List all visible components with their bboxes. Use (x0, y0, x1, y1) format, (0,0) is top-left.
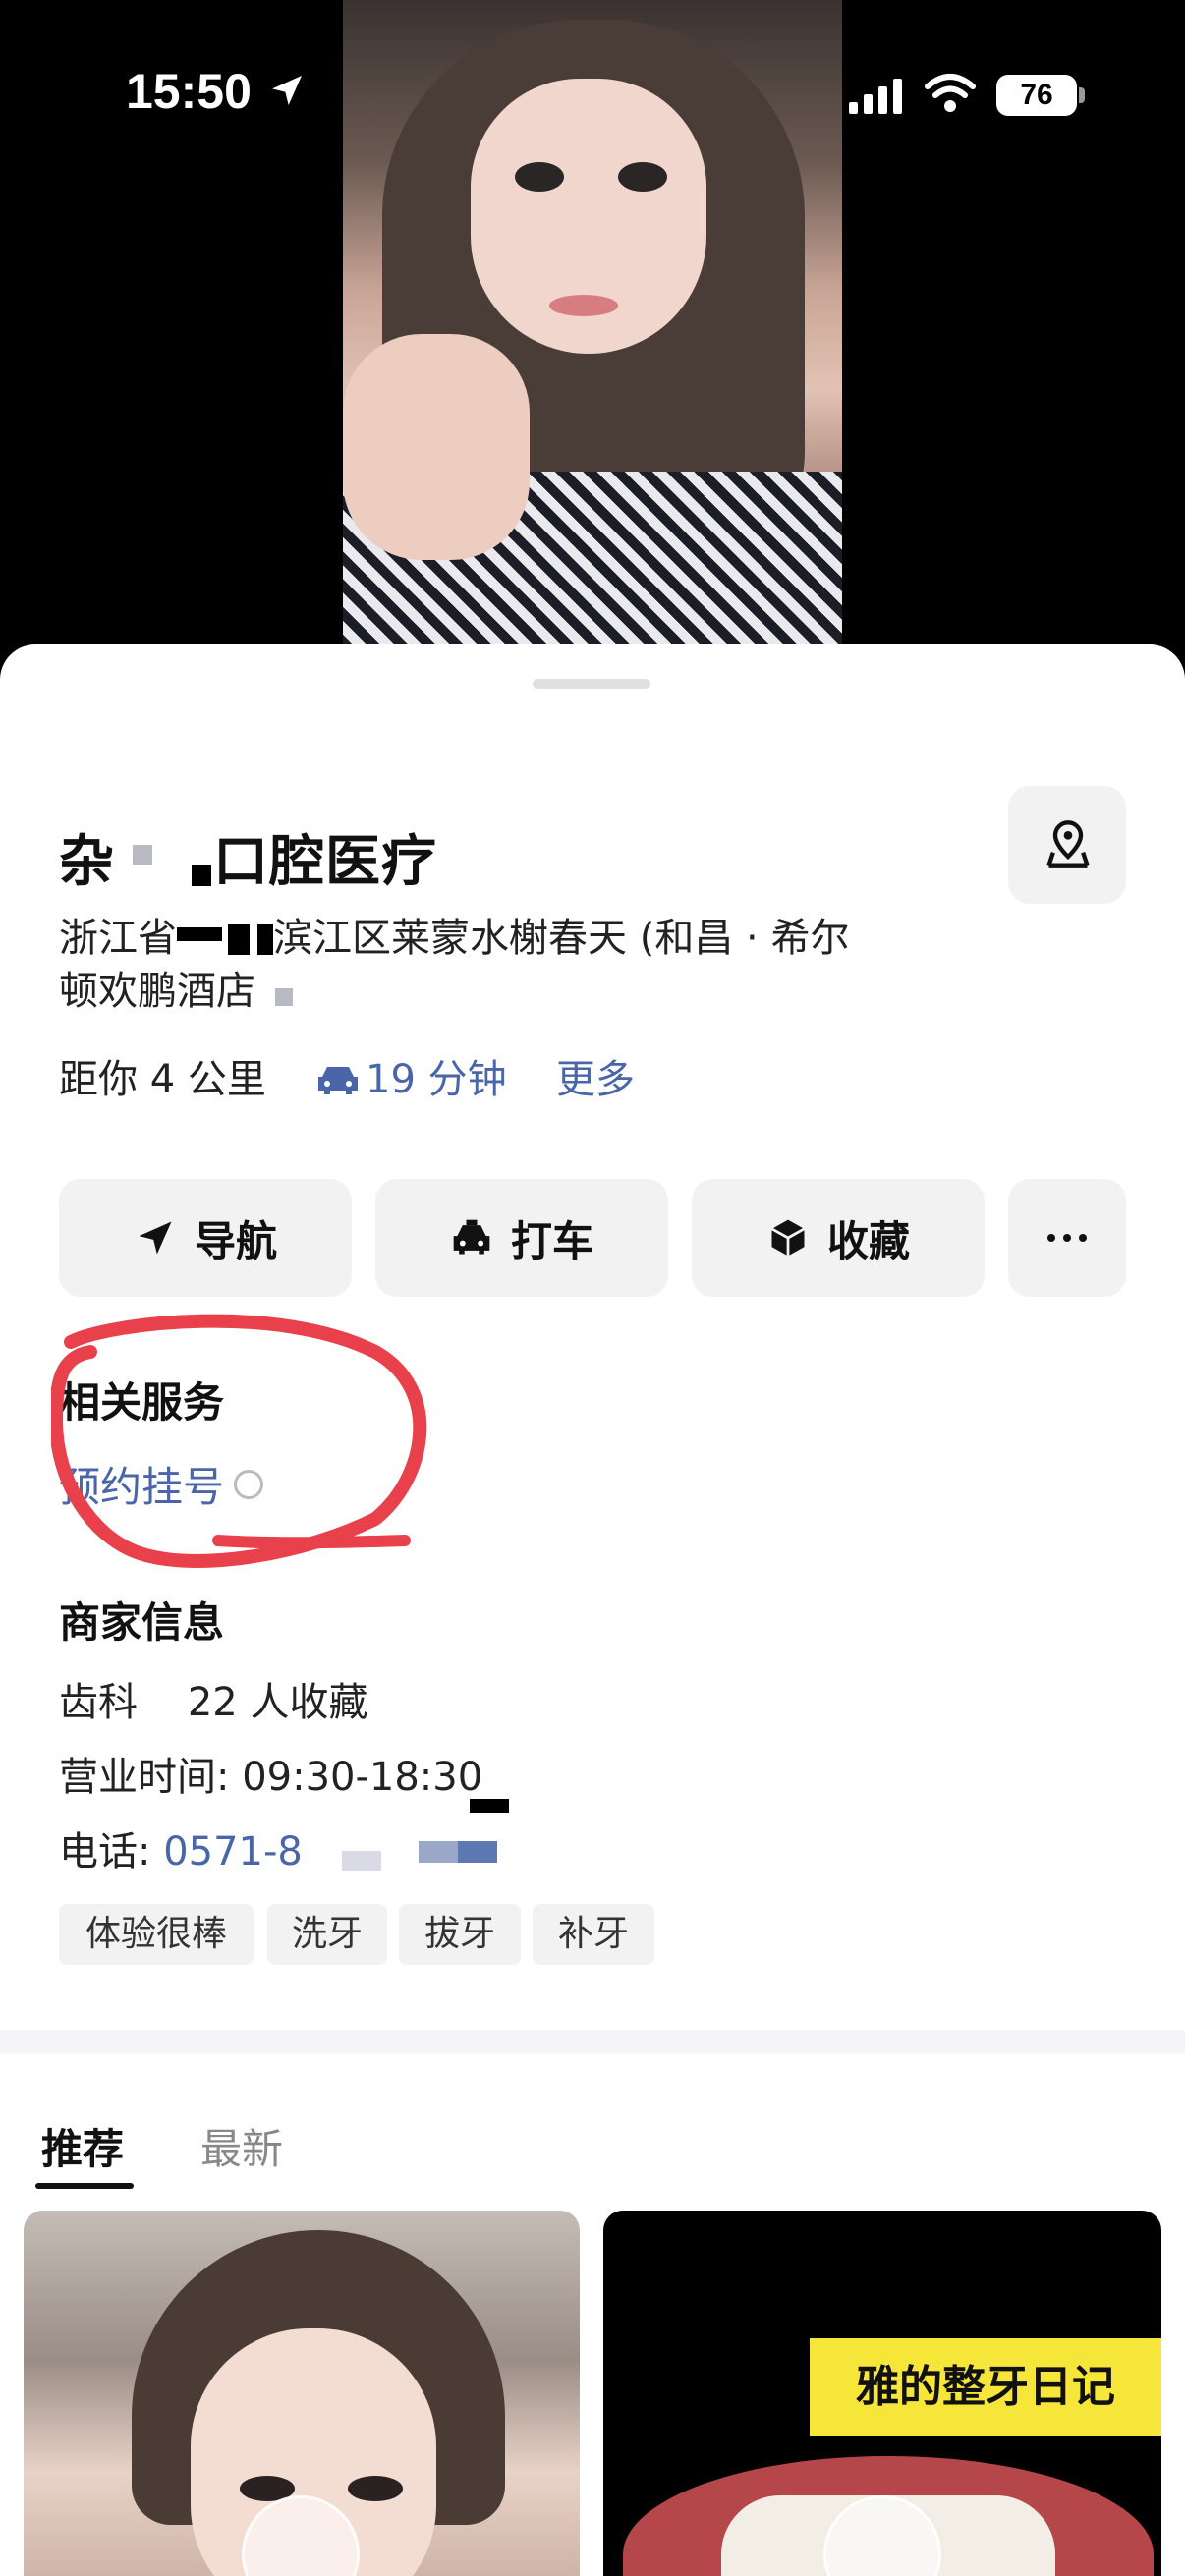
drive-time[interactable]: 19 分钟 (316, 1047, 507, 1104)
related-services-title: 相关服务 (59, 1378, 225, 1427)
address-part-3: 顿欢鹏酒店 (59, 969, 255, 1014)
poi-title-part-1: 杂 (59, 830, 115, 894)
mini-program-icon (234, 1470, 264, 1499)
merchant-info-title: 商家信息 (59, 1598, 225, 1647)
distance-text: 距你 4 公里 (59, 1057, 266, 1102)
tag-chip[interactable]: 补牙 (533, 1904, 654, 1965)
business-hours: 营业时间: 09:30-18:30 (59, 1755, 483, 1800)
poi-title-part-2: 口腔医疗 (213, 830, 437, 894)
taxi-icon (453, 1219, 490, 1255)
redaction-block (115, 837, 213, 886)
drive-time-label: 19 分钟 (366, 1057, 507, 1102)
status-bar: 15:50 76 (0, 0, 1185, 187)
favorite-button[interactable]: 收藏 (692, 1179, 985, 1297)
booking-label: 预约挂号 (59, 1463, 225, 1511)
phone-number[interactable]: 0571-8 (163, 1829, 303, 1875)
sheet-drag-handle[interactable] (533, 679, 650, 689)
location-arrow-icon (272, 76, 302, 105)
wifi-icon (925, 74, 976, 112)
more-routes-link[interactable]: 更多 (556, 1047, 635, 1104)
poi-detail-sheet: 杂 口腔医疗 浙江省 滨江区莱蒙水榭春天 (和昌 · 希尔 顿欢鹏酒店 距你 4 公… (0, 644, 1185, 2576)
tab-recommended[interactable]: 推荐 (41, 2116, 124, 2176)
map-location-button[interactable] (1008, 786, 1126, 904)
section-divider (0, 2030, 1185, 2053)
redaction-block (255, 971, 295, 1010)
phone-label: 电话: (59, 1829, 164, 1875)
navigation-arrow-icon (139, 1221, 172, 1255)
status-time: 15:50 (126, 64, 252, 119)
more-actions-button[interactable] (1008, 1179, 1126, 1297)
category-text: 齿科 (59, 1680, 138, 1725)
poi-address: 浙江省 滨江区莱蒙水榭春天 (和昌 · 希尔 顿欢鹏酒店 (59, 912, 983, 1018)
battery-indicator: 76 (996, 75, 1077, 116)
navigate-button[interactable]: 导航 (59, 1179, 352, 1297)
address-part-2: 滨江区莱蒙水榭春天 (和昌 · 希尔 (273, 916, 850, 961)
category-line: 齿科 22 人收藏 (59, 1670, 367, 1727)
active-tab-indicator (35, 2183, 134, 2189)
redaction-block (303, 1831, 519, 1871)
video-caption: 雅的整牙日记 (810, 2338, 1161, 2436)
cube-icon (770, 1219, 806, 1257)
phone-line[interactable]: 电话: 0571-8 (59, 1820, 519, 1876)
tag-chip[interactable]: 体验很棒 (59, 1904, 254, 1965)
poi-title: 杂 口腔医疗 (59, 817, 437, 897)
video-card[interactable]: 雅的整牙日记 (603, 2211, 1161, 2576)
battery-tip (1079, 87, 1085, 103)
tab-latest[interactable]: 最新 (200, 2116, 283, 2176)
redaction-block (470, 1799, 509, 1813)
tag-chip[interactable]: 拔牙 (399, 1904, 521, 1965)
more-dots-icon (1047, 1234, 1087, 1242)
map-pin-icon (1046, 820, 1090, 868)
redaction-block (177, 918, 273, 957)
favorite-label: 收藏 (826, 1216, 910, 1265)
taxi-button[interactable]: 打车 (375, 1179, 668, 1297)
appointment-booking-link[interactable]: 预约挂号 (59, 1454, 264, 1514)
taxi-label: 打车 (510, 1216, 593, 1265)
favorites-count: 22 人收藏 (187, 1680, 368, 1725)
address-part-1: 浙江省 (59, 916, 177, 961)
tag-chip[interactable]: 洗牙 (267, 1904, 387, 1965)
navigate-label: 导航 (194, 1216, 277, 1265)
cellular-signal-icon (849, 79, 902, 114)
video-card[interactable] (24, 2211, 580, 2576)
car-icon (318, 1067, 358, 1094)
